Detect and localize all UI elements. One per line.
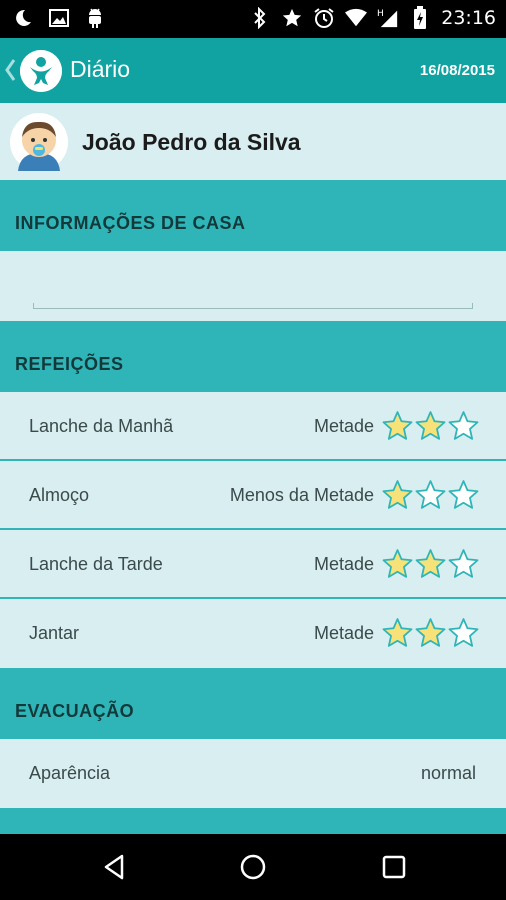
status-bar: H 23:16 — [0, 0, 506, 38]
home-icon[interactable] — [238, 852, 268, 882]
section-title: REFEIÇÕES — [15, 354, 124, 374]
signal-icon: H — [377, 6, 399, 30]
child-name: João Pedro da Silva — [82, 129, 301, 155]
meal-amount: Metade — [313, 416, 374, 436]
android-icon — [84, 6, 106, 30]
meal-amount: Metade — [313, 623, 374, 643]
home-info-content — [0, 251, 506, 321]
section-header-meals[interactable]: REFEIÇÕES — [0, 321, 506, 392]
meal-label: Jantar — [29, 623, 80, 643]
battery-icon — [409, 6, 431, 30]
section-header-home-info[interactable]: INFORMAÇÕES DE CASA — [0, 180, 506, 251]
meal-row-lunch[interactable]: Almoço Menos da Metade — [0, 461, 506, 530]
baby-avatar-icon — [10, 113, 68, 171]
evacuation-row-appearance[interactable]: Aparência normal — [0, 739, 506, 808]
meal-row-dinner[interactable]: Jantar Metade — [0, 599, 506, 668]
bluetooth-icon — [249, 6, 271, 30]
section-title: EVACUAÇÃO — [15, 701, 135, 721]
image-icon — [48, 6, 70, 30]
star-empty-icon[interactable] — [447, 548, 480, 581]
star-filled-icon[interactable] — [381, 617, 414, 650]
star-rating[interactable] — [381, 617, 480, 650]
back-icon[interactable] — [100, 852, 130, 882]
evacuation-value: normal — [420, 763, 476, 783]
star-filled-icon[interactable] — [381, 479, 414, 512]
star-icon — [281, 6, 303, 30]
star-rating[interactable] — [381, 548, 480, 581]
child-profile: João Pedro da Silva — [0, 103, 506, 180]
alarm-icon — [313, 6, 335, 30]
text-field-underline[interactable] — [33, 303, 473, 309]
system-nav-bar — [0, 834, 506, 900]
svg-text:H: H — [377, 8, 384, 19]
recents-icon[interactable] — [379, 852, 409, 882]
moon-icon — [12, 6, 34, 30]
section-header-next — [0, 808, 506, 834]
star-empty-icon[interactable] — [447, 410, 480, 443]
meal-row-morning-snack[interactable]: Lanche da Manhã Metade — [0, 392, 506, 461]
app-logo-icon[interactable] — [20, 50, 62, 92]
star-filled-icon[interactable] — [381, 548, 414, 581]
meal-amount: Menos da Metade — [229, 485, 374, 505]
wifi-icon — [345, 6, 368, 30]
clock-time: 23:16 — [441, 7, 496, 29]
diary-date[interactable]: 16/08/2015 — [420, 62, 495, 79]
meal-label: Lanche da Tarde — [29, 554, 163, 574]
meal-row-afternoon-snack[interactable]: Lanche da Tarde Metade — [0, 530, 506, 599]
evacuation-label: Aparência — [29, 763, 111, 783]
star-empty-icon[interactable] — [414, 479, 447, 512]
star-empty-icon[interactable] — [447, 479, 480, 512]
section-header-evacuation[interactable]: EVACUAÇÃO — [0, 668, 506, 739]
meal-label: Almoço — [29, 485, 90, 505]
meal-amount: Metade — [313, 554, 374, 574]
app-title: Diário — [70, 56, 131, 82]
star-filled-icon[interactable] — [381, 410, 414, 443]
star-rating[interactable] — [381, 410, 480, 443]
star-filled-icon[interactable] — [414, 410, 447, 443]
app-bar: Diário 16/08/2015 — [0, 38, 506, 103]
star-empty-icon[interactable] — [447, 617, 480, 650]
section-title: INFORMAÇÕES DE CASA — [15, 213, 246, 233]
star-filled-icon[interactable] — [414, 548, 447, 581]
back-chevron-icon[interactable] — [3, 57, 17, 83]
star-rating[interactable] — [381, 479, 480, 512]
star-filled-icon[interactable] — [414, 617, 447, 650]
meal-label: Lanche da Manhã — [29, 416, 174, 436]
